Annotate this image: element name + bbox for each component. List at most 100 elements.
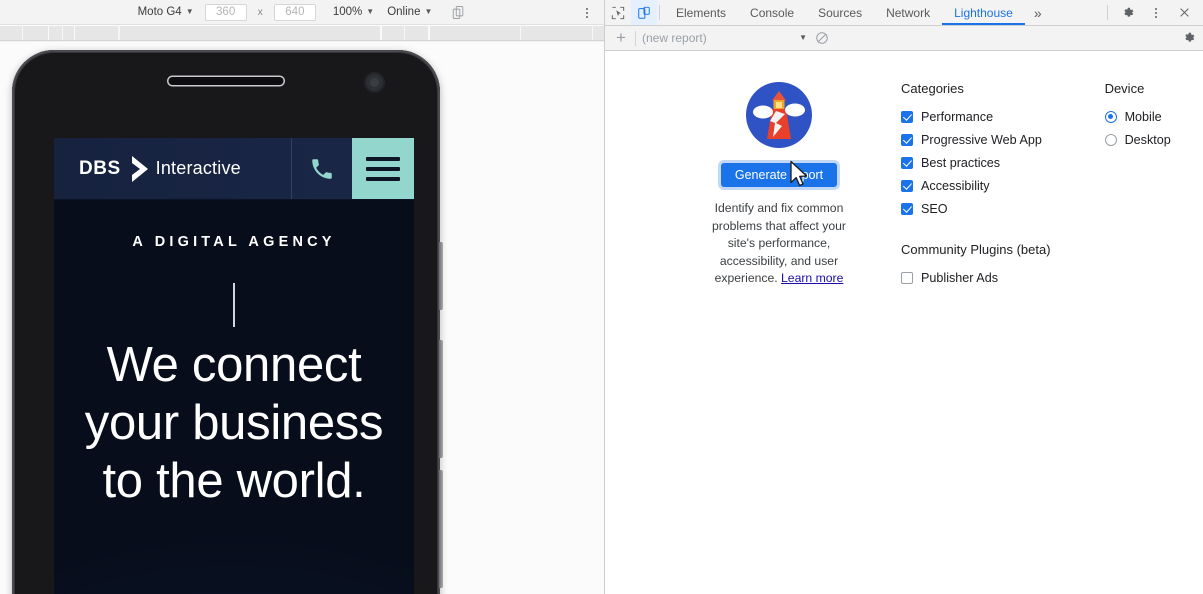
inspect-element-button[interactable] xyxy=(605,0,631,25)
checkbox-icon xyxy=(901,110,913,123)
lighthouse-intro: Generate report Identify and fix common … xyxy=(605,81,895,594)
clear-all-icon xyxy=(816,32,828,44)
kebab-menu-icon xyxy=(584,6,590,20)
hero-headline: We connect your business to the world. xyxy=(84,338,384,508)
chevron-down-icon: ▼ xyxy=(366,7,375,16)
checkbox-icon xyxy=(901,271,913,284)
checkbox-label: Best practices xyxy=(921,155,1001,170)
device-toolbar-more-button[interactable] xyxy=(584,0,590,25)
inspect-element-icon xyxy=(611,6,625,19)
throttling-selector-label: Online xyxy=(387,6,421,18)
lighthouse-toolbar: + (new report) ▼ xyxy=(605,26,1203,51)
dimension-separator: x xyxy=(257,6,263,18)
hamburger-menu-icon xyxy=(366,156,400,161)
tab-elements[interactable]: Elements xyxy=(664,0,738,25)
checkbox-publisher-ads[interactable]: Publisher Ads xyxy=(901,266,1051,289)
close-icon xyxy=(1179,8,1189,17)
rotate-device-button[interactable] xyxy=(449,4,468,21)
devtools-tabbar: Elements Console Sources Network Lightho… xyxy=(605,0,1203,26)
chevron-down-icon: ▼ xyxy=(799,33,807,42)
checkbox-icon xyxy=(901,202,913,215)
phone-speaker xyxy=(168,77,284,85)
device-selector[interactable]: Moto G4 ▼ xyxy=(136,5,196,19)
tab-network[interactable]: Network xyxy=(874,0,942,25)
checkbox-icon xyxy=(901,179,913,192)
devtools-settings-button[interactable] xyxy=(1115,6,1141,20)
viewport-width-input[interactable]: 360 xyxy=(204,3,247,21)
radio-label: Desktop xyxy=(1124,132,1171,147)
radio-icon xyxy=(1104,133,1117,146)
toggle-device-toolbar-icon xyxy=(638,6,650,19)
more-tabs-button[interactable]: » xyxy=(1025,0,1051,25)
checkbox-accessibility[interactable]: Accessibility xyxy=(901,174,1051,197)
checkbox-label: Accessibility xyxy=(921,178,990,193)
chevron-down-icon: ▼ xyxy=(185,7,194,16)
new-report-button[interactable]: + xyxy=(609,28,633,48)
device-title: Device xyxy=(1104,81,1145,96)
phone-side-button xyxy=(439,242,443,310)
tab-console[interactable]: Console xyxy=(738,0,806,25)
site-phone-button[interactable] xyxy=(292,138,352,199)
checkbox-seo[interactable]: SEO xyxy=(901,197,1051,220)
hero-divider xyxy=(233,283,235,327)
device-emulation-pane: Moto G4 ▼ 360 x 640 100% ▼ Online ▼ DBS … xyxy=(0,0,605,594)
checkbox-performance[interactable]: Performance xyxy=(901,105,1051,128)
generate-report-button[interactable]: Generate report xyxy=(720,163,838,187)
gear-icon xyxy=(1124,7,1134,17)
site-logo[interactable]: DBS Interactive xyxy=(54,138,292,199)
lighthouse-logo xyxy=(746,82,812,148)
lighthouse-start-view: Generate report Identify and fix common … xyxy=(605,51,1203,594)
lighthouse-description: Identify and fix common problems that af… xyxy=(699,200,859,288)
device-selector-label: Moto G4 xyxy=(137,6,182,18)
chevron-down-icon: ▼ xyxy=(424,7,433,16)
clear-all-button[interactable] xyxy=(807,31,829,45)
phone-side-button xyxy=(439,340,443,458)
device-column: Device Mobile Desktop xyxy=(1104,81,1171,594)
kebab-menu-icon xyxy=(1153,6,1159,20)
tab-sources[interactable]: Sources xyxy=(806,0,874,25)
site-hero: A DIGITAL AGENCY We connect your busines… xyxy=(54,200,414,594)
lighthouse-options: Categories Performance Progressive Web A… xyxy=(895,81,1203,594)
viewport-height-input[interactable]: 640 xyxy=(273,3,316,21)
device-toolbar: Moto G4 ▼ 360 x 640 100% ▼ Online ▼ xyxy=(0,0,604,25)
browser-window: Moto G4 ▼ 360 x 640 100% ▼ Online ▼ DBS … xyxy=(0,0,1203,594)
radio-label: Mobile xyxy=(1124,109,1162,124)
checkbox-label: Publisher Ads xyxy=(921,270,999,285)
rotate-device-icon xyxy=(453,5,464,19)
report-selector[interactable]: (new report) ▼ xyxy=(642,31,807,45)
devtools-close-button[interactable] xyxy=(1171,6,1197,19)
categories-title: Categories xyxy=(901,81,964,96)
zoom-selector[interactable]: 100% ▼ xyxy=(331,5,376,19)
emulated-page-viewport[interactable]: DBS Interactive A DIGITAL AGENCY We conn… xyxy=(54,138,414,594)
phone-call-icon xyxy=(312,158,332,179)
site-navbar: DBS Interactive xyxy=(54,138,414,200)
checkbox-best-practices[interactable]: Best practices xyxy=(901,151,1051,174)
devtools-tabs: Elements Console Sources Network Lightho… xyxy=(664,0,1051,25)
report-selector-label: (new report) xyxy=(642,31,707,45)
toggle-device-toolbar-button[interactable] xyxy=(631,0,657,25)
throttling-selector[interactable]: Online ▼ xyxy=(385,5,434,19)
tab-lighthouse[interactable]: Lighthouse xyxy=(942,0,1025,25)
checkbox-progressive-web-app[interactable]: Progressive Web App xyxy=(901,128,1051,151)
checkbox-icon xyxy=(901,133,913,146)
devtools-main-menu-button[interactable] xyxy=(1143,6,1169,20)
lighthouse-settings-button[interactable] xyxy=(1182,26,1196,50)
viewport-ruler[interactable] xyxy=(0,25,604,41)
chevron-right-logo-icon xyxy=(131,155,148,182)
plugins-title: Community Plugins (beta) xyxy=(901,242,1051,257)
radio-icon xyxy=(1104,110,1117,123)
site-logo-secondary: Interactive xyxy=(155,158,241,178)
radio-mobile[interactable]: Mobile xyxy=(1104,105,1171,128)
zoom-selector-label: 100% xyxy=(332,6,363,18)
devtools-panel: Elements Console Sources Network Lightho… xyxy=(605,0,1203,594)
phone-camera xyxy=(364,72,385,93)
checkbox-label: SEO xyxy=(921,201,948,216)
categories-column: Categories Performance Progressive Web A… xyxy=(901,81,1051,594)
site-menu-button[interactable] xyxy=(352,138,414,199)
hero-eyebrow: A DIGITAL AGENCY xyxy=(132,234,336,250)
checkbox-icon xyxy=(901,156,913,169)
device-stage: DBS Interactive A DIGITAL AGENCY We conn… xyxy=(0,42,604,594)
learn-more-link[interactable]: Learn more xyxy=(781,271,843,285)
radio-desktop[interactable]: Desktop xyxy=(1104,128,1171,151)
checkbox-label: Performance xyxy=(921,109,994,124)
